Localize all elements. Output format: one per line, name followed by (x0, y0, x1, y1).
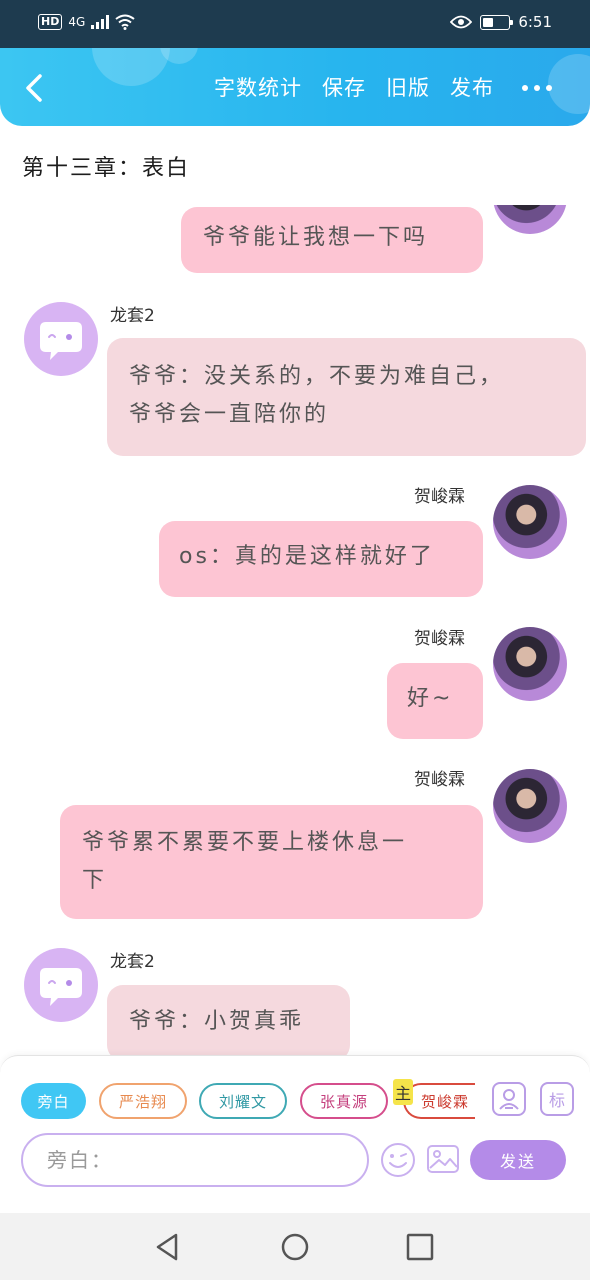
character-icon[interactable] (492, 1082, 526, 1116)
main-role-badge: 主 (393, 1079, 413, 1105)
save-button[interactable]: 保存 (322, 72, 366, 102)
emoji-icon[interactable] (380, 1142, 416, 1178)
role-chip-yan[interactable]: 严浩翔 (99, 1083, 187, 1119)
old-version-button[interactable]: 旧版 (386, 72, 430, 102)
avatar[interactable] (493, 485, 567, 559)
speaker-name: 龙套2 (110, 952, 155, 972)
decor-bubble (548, 54, 590, 114)
message-bubble[interactable]: 好~ (387, 663, 483, 739)
top-nav-bar: 字数统计 保存 旧版 发布 (0, 48, 590, 126)
battery-icon (480, 14, 514, 30)
speaker-name: 贺峻霖 (414, 770, 465, 790)
message-input[interactable] (23, 1135, 367, 1185)
avatar[interactable] (24, 948, 98, 1022)
speaker-name: 龙套2 (110, 306, 155, 326)
decor-bubble (92, 48, 170, 86)
status-left: HD 4G (38, 14, 135, 30)
role-chip-zhang[interactable]: 张真源 (300, 1083, 388, 1119)
tag-icon[interactable]: 标 (540, 1082, 574, 1116)
avatar[interactable] (493, 627, 567, 701)
role-chip-narration[interactable]: 旁白 (21, 1083, 86, 1119)
avatar[interactable] (493, 205, 567, 234)
eye-comfort-icon (450, 15, 473, 29)
network-type: 4G (68, 15, 86, 29)
signal-icon (91, 15, 110, 29)
message-bubble[interactable]: 爷爷累不累要不要上楼休息一 下 (60, 805, 483, 919)
battery-level (483, 17, 494, 27)
chat-bot-icon (40, 968, 82, 1006)
back-icon[interactable] (18, 68, 58, 108)
message-bubble[interactable]: os：真的是这样就好了 (159, 521, 483, 597)
role-chip-liu[interactable]: 刘耀文 (199, 1083, 287, 1119)
word-count-button[interactable]: 字数统计 (214, 72, 302, 102)
message-line: 下 (82, 868, 108, 893)
hd-indicator: HD (38, 14, 63, 30)
message-line: 爷爷会一直陪你的 (129, 402, 330, 427)
avatar[interactable] (24, 302, 98, 376)
publish-button[interactable]: 发布 (450, 72, 494, 102)
status-right: 6:51 (450, 13, 552, 31)
home-circle-icon[interactable] (278, 1230, 312, 1264)
image-icon[interactable] (426, 1142, 460, 1176)
clock: 6:51 (518, 13, 552, 31)
composer-panel: 旁白 严浩翔 刘耀文 张真源 贺峻霖 主 标 发送 (0, 1055, 590, 1213)
status-bar: HD 4G 6:51 (0, 0, 590, 48)
chat-list[interactable]: 爷爷能让我想一下吗 龙套2 爷爷：没关系的，不要为难自己， 爷爷会一直陪你的 贺… (0, 205, 590, 1060)
message-line: 爷爷：没关系的，不要为难自己， (129, 364, 505, 389)
chapter-title[interactable]: 第十三章：表白 (22, 150, 190, 182)
nav-actions: 字数统计 保存 旧版 发布 (214, 48, 494, 126)
role-chip-he[interactable]: 贺峻霖 (403, 1083, 475, 1119)
speaker-name: 贺峻霖 (414, 629, 465, 649)
avatar[interactable] (493, 769, 567, 843)
system-nav-bar (0, 1213, 590, 1280)
recents-square-icon[interactable] (403, 1230, 437, 1264)
message-bubble[interactable]: 爷爷能让我想一下吗 (181, 207, 483, 273)
message-bubble[interactable]: 爷爷：小贺真乖 (107, 985, 350, 1060)
speaker-name: 贺峻霖 (414, 487, 465, 507)
message-line: 爷爷累不累要不要上楼休息一 (82, 830, 408, 855)
message-input-wrapper (21, 1133, 369, 1187)
send-button[interactable]: 发送 (470, 1140, 566, 1180)
back-triangle-icon[interactable] (150, 1230, 184, 1264)
more-icon[interactable] (522, 85, 552, 91)
chat-bot-icon (40, 322, 82, 360)
wifi-icon (115, 14, 135, 30)
message-bubble[interactable]: 爷爷：没关系的，不要为难自己， 爷爷会一直陪你的 (107, 338, 586, 456)
